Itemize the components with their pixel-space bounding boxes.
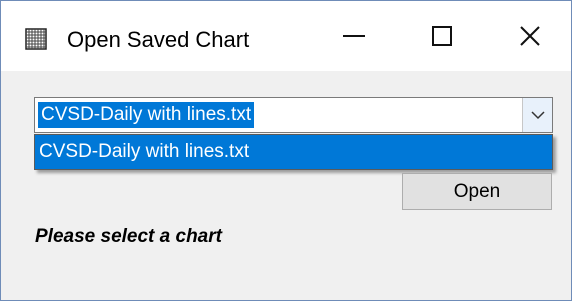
dropdown-button[interactable] — [522, 98, 552, 132]
minimize-button[interactable] — [309, 1, 399, 71]
chart-select-combobox[interactable]: CVSD-Daily with lines.txt — [34, 97, 553, 133]
title-bar[interactable]: Open Saved Chart — [1, 1, 571, 71]
dialog-window: Open Saved Chart CVSD-Daily with lines.t… — [0, 0, 572, 301]
combo-selected-value[interactable]: CVSD-Daily with lines.txt — [38, 102, 255, 128]
maximize-button[interactable] — [397, 1, 487, 71]
status-message: Please select a chart — [35, 226, 222, 247]
dropdown-option[interactable]: CVSD-Daily with lines.txt — [39, 135, 249, 169]
window-title: Open Saved Chart — [67, 27, 250, 52]
close-button[interactable] — [485, 1, 572, 71]
close-icon — [520, 26, 540, 46]
dropdown-list: CVSD-Daily with lines.txt — [34, 134, 553, 170]
maximize-icon — [432, 26, 452, 46]
chart-grid-icon — [25, 28, 47, 50]
chevron-down-icon — [530, 110, 545, 119]
open-button[interactable]: Open — [402, 173, 552, 210]
minimize-icon — [343, 35, 365, 37]
